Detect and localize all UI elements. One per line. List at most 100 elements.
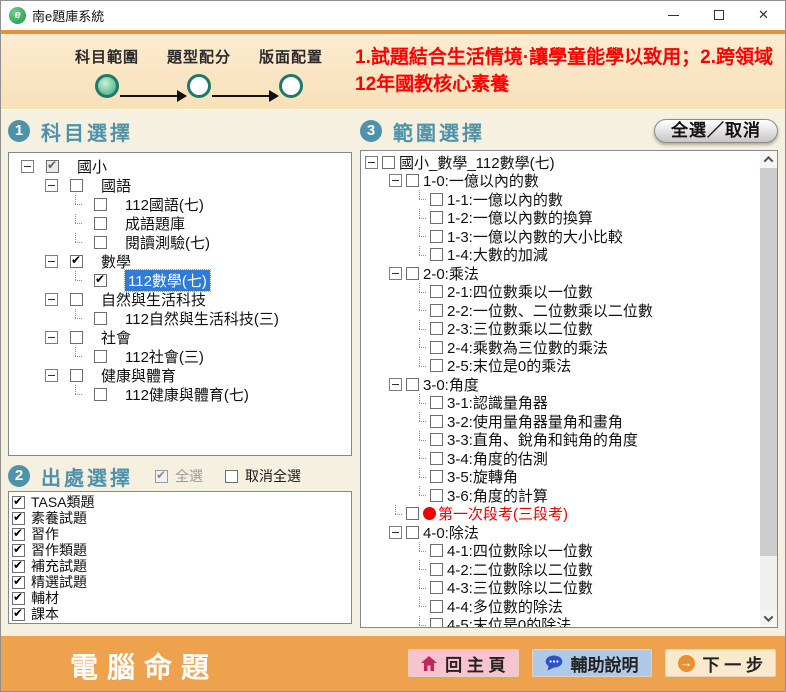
source-list-item[interactable]: 素養試題 — [12, 510, 351, 526]
tree-item-label[interactable]: 自然與生活科技 — [101, 289, 206, 310]
tree-item-checkbox[interactable] — [406, 267, 419, 280]
tree-item[interactable]: 國小_數學_112數學(七) — [365, 153, 777, 172]
footer-button[interactable]: → 下 一 步 — [665, 649, 776, 677]
tree-item-checkbox[interactable] — [94, 217, 107, 230]
tree-item-label[interactable]: 健康與體育 — [101, 365, 176, 386]
tree-item-checkbox[interactable] — [94, 350, 107, 363]
tree-item-checkbox[interactable] — [406, 378, 419, 391]
tree-item-checkbox[interactable] — [430, 489, 443, 502]
source-list-item[interactable]: 課本 — [12, 606, 351, 622]
deselect-all-option[interactable]: 取消全選 — [225, 466, 301, 486]
tree-item[interactable]: 112健康與體育(七) — [21, 385, 351, 404]
tree-item-label[interactable]: 社會 — [101, 327, 131, 348]
tree-item-checkbox[interactable] — [430, 452, 443, 465]
scroll-down-button[interactable] — [760, 610, 777, 627]
tree-item[interactable]: 112數學(七) — [21, 271, 351, 290]
tree-item[interactable]: 2-3:三位數乘以二位數 — [365, 320, 777, 339]
tree-item[interactable]: 數學 — [21, 252, 351, 271]
tree-item-checkbox[interactable] — [430, 415, 443, 428]
tree-item[interactable]: 國小 — [21, 157, 351, 176]
tree-item-label[interactable]: 112自然與生活科技(三) — [125, 308, 279, 329]
tree-item-label[interactable]: 112社會(三) — [125, 346, 204, 367]
tree-item[interactable]: 3-6:角度的計算 — [365, 486, 777, 505]
tree-item[interactable]: 112國語(七) — [21, 195, 351, 214]
collapse-expander-icon[interactable] — [45, 293, 58, 306]
tree-item-checkbox[interactable] — [430, 211, 443, 224]
tree-item[interactable]: 健康與體育 — [21, 366, 351, 385]
select-all-toggle-button[interactable]: 全選／取消 — [654, 119, 778, 143]
tree-item[interactable]: 1-0:一億以內的數 — [365, 172, 777, 191]
tree-item-checkbox[interactable] — [430, 600, 443, 613]
tree-item-checkbox[interactable] — [94, 388, 107, 401]
tree-item[interactable]: 自然與生活科技 — [21, 290, 351, 309]
tree-item[interactable]: 3-3:直角、銳角和鈍角的角度 — [365, 431, 777, 450]
tree-item-checkbox[interactable] — [430, 248, 443, 261]
tree-item[interactable]: 3-1:認識量角器 — [365, 394, 777, 413]
tree-item-checkbox[interactable] — [406, 526, 419, 539]
source-item-checkbox[interactable] — [12, 496, 25, 509]
source-item-checkbox[interactable] — [12, 576, 25, 589]
tree-item[interactable]: 2-2:一位數、二位數乘以二位數 — [365, 301, 777, 320]
tree-item[interactable]: 2-1:四位數乘以一位數 — [365, 283, 777, 302]
scrollbar-thumb[interactable] — [760, 168, 777, 556]
tree-item[interactable]: 1-2:一億以內數的換算 — [365, 209, 777, 228]
collapse-expander-icon[interactable] — [389, 378, 402, 391]
tree-item[interactable]: 2-4:乘數為三位數的乘法 — [365, 338, 777, 357]
tree-item-checkbox[interactable] — [430, 285, 443, 298]
tree-item-label[interactable]: 數學 — [101, 251, 131, 272]
tree-item-checkbox[interactable] — [430, 581, 443, 594]
tree-item[interactable]: 國語 — [21, 176, 351, 195]
tree-item[interactable]: 4-1:四位數除以一位數 — [365, 542, 777, 561]
tree-item[interactable]: 3-2:使用量角器量角和畫角 — [365, 412, 777, 431]
tree-item-checkbox[interactable] — [430, 230, 443, 243]
tree-item[interactable]: 1-4:大數的加減 — [365, 246, 777, 265]
select-all-checkbox[interactable] — [155, 470, 168, 483]
tree-item-label[interactable]: 成語題庫 — [125, 213, 185, 234]
source-item-checkbox[interactable] — [12, 544, 25, 557]
tree-item[interactable]: 3-5:旋轉角 — [365, 468, 777, 487]
tree-item-checkbox[interactable] — [430, 563, 443, 576]
tree-item[interactable]: 閱讀測驗(七) — [21, 233, 351, 252]
tree-item-label[interactable]: 4-5:末位是0的除法 — [447, 614, 571, 628]
tree-item-checkbox[interactable] — [70, 255, 83, 268]
collapse-expander-icon[interactable] — [389, 174, 402, 187]
close-button[interactable]: ✕ — [741, 0, 786, 30]
tree-item[interactable]: 112自然與生活科技(三) — [21, 309, 351, 328]
tree-item-checkbox[interactable] — [406, 507, 419, 520]
source-item-checkbox[interactable] — [12, 528, 25, 541]
tree-item[interactable]: 1-1:一億以內的數 — [365, 190, 777, 209]
collapse-expander-icon[interactable] — [21, 160, 34, 173]
tree-item-checkbox[interactable] — [406, 174, 419, 187]
tree-item-checkbox[interactable] — [70, 179, 83, 192]
tree-item-checkbox[interactable] — [382, 156, 395, 169]
tree-item[interactable]: 成語題庫 — [21, 214, 351, 233]
tree-item[interactable]: 2-5:末位是0的乘法 — [365, 357, 777, 376]
source-item-checkbox[interactable] — [12, 512, 25, 525]
tree-item[interactable]: 4-4:多位數的除法 — [365, 597, 777, 616]
tree-item-checkbox[interactable] — [430, 433, 443, 446]
tree-item-label[interactable]: 112數學(七) — [125, 270, 210, 291]
wizard-step[interactable]: 版面配置 — [245, 46, 337, 98]
deselect-all-checkbox[interactable] — [225, 470, 238, 483]
collapse-expander-icon[interactable] — [45, 255, 58, 268]
collapse-expander-icon[interactable] — [389, 526, 402, 539]
collapse-expander-icon[interactable] — [45, 331, 58, 344]
tree-item-checkbox[interactable] — [70, 293, 83, 306]
tree-item[interactable]: 4-2:二位數除以二位數 — [365, 560, 777, 579]
scroll-up-button[interactable] — [760, 151, 777, 168]
tree-item-checkbox[interactable] — [94, 274, 107, 287]
tree-item-checkbox[interactable] — [70, 369, 83, 382]
minimize-button[interactable] — [651, 0, 696, 30]
tree-item[interactable]: 1-3:一億以內數的大小比較 — [365, 227, 777, 246]
tree-item-checkbox[interactable] — [430, 322, 443, 335]
collapse-expander-icon[interactable] — [45, 179, 58, 192]
tree-item-checkbox[interactable] — [430, 396, 443, 409]
scrollbar[interactable] — [760, 151, 777, 627]
tree-item-checkbox[interactable] — [46, 160, 59, 173]
tree-item[interactable]: 第一次段考(三段考) — [365, 505, 777, 524]
tree-item-checkbox[interactable] — [70, 331, 83, 344]
tree-item-checkbox[interactable] — [430, 544, 443, 557]
tree-item-checkbox[interactable] — [430, 341, 443, 354]
tree-item-label[interactable]: 112健康與體育(七) — [125, 384, 249, 405]
tree-item[interactable]: 3-4:角度的估測 — [365, 449, 777, 468]
